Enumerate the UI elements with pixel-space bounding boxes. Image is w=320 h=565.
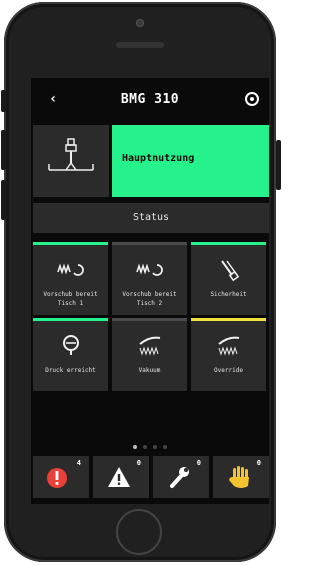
tile-override[interactable]: Override	[191, 318, 266, 391]
speaker-grille	[116, 42, 164, 48]
status-label: Status	[132, 212, 170, 223]
page-dot[interactable]	[163, 445, 167, 449]
tile-label: Sicherheit	[210, 291, 247, 298]
mode-row: Hauptnutzung	[33, 125, 269, 197]
tile-vakuum[interactable]: Vakuum	[112, 318, 187, 391]
tile-status-bar	[191, 318, 266, 321]
front-camera	[136, 19, 144, 27]
tile-vorschub-tisch-1[interactable]: Vorschub bereit Tisch 1	[33, 242, 108, 315]
tile-status-bar	[33, 242, 108, 245]
power-button	[276, 140, 281, 190]
home-button[interactable]	[116, 509, 162, 555]
warning-alarm-button[interactable]: 0	[93, 456, 149, 498]
tile-sicherheit[interactable]: Sicherheit	[191, 242, 266, 315]
alarm-count: 0	[196, 459, 201, 467]
page-dot[interactable]	[143, 445, 147, 449]
page-dot[interactable]	[153, 445, 157, 449]
alarm-count: 4	[76, 459, 81, 467]
header: ‹ BMG 310	[31, 78, 269, 122]
tile-status-bar	[33, 318, 108, 321]
tile-label: Vorschub bereit Tisch 2	[122, 291, 177, 307]
volume-up-button	[1, 130, 6, 170]
page-title: BMG 310	[120, 92, 180, 107]
override-icon	[191, 334, 266, 356]
tile-label: Vakuum	[138, 367, 161, 374]
tile-label: Override	[214, 367, 243, 374]
tile-status-bar	[191, 242, 266, 245]
mode-label-tile[interactable]: Hauptnutzung	[112, 125, 269, 197]
service-alarm-button[interactable]: 0	[153, 456, 209, 498]
mode-label: Hauptnutzung	[122, 153, 195, 164]
feed-icon	[112, 258, 187, 280]
tile-vorschub-tisch-2[interactable]: Vorschub bereit Tisch 2	[112, 242, 187, 315]
tile-label: Vorschub bereit Tisch 1	[43, 291, 98, 307]
machine-mode-icon-tile[interactable]	[33, 125, 109, 197]
vacuum-icon	[112, 334, 187, 356]
spindle-icon	[48, 138, 94, 171]
page-dot[interactable]	[133, 445, 137, 449]
phone-frame: ‹ BMG 310 Hauptnutzung Status Vorschub b…	[4, 2, 276, 562]
safety-tools-icon	[191, 258, 266, 282]
alarm-count: 0	[136, 459, 141, 467]
tile-label: Druck erreicht	[45, 367, 96, 374]
pressure-gauge-icon	[33, 334, 108, 356]
tile-druck-erreicht[interactable]: Druck erreicht	[33, 318, 108, 391]
target-icon[interactable]	[245, 92, 259, 106]
status-bar[interactable]: Status	[33, 203, 269, 233]
feed-icon	[33, 258, 108, 280]
tile-status-bar	[112, 318, 187, 321]
error-alarm-button[interactable]: 4	[33, 456, 89, 498]
silent-switch	[1, 90, 6, 112]
alarm-count: 0	[256, 459, 261, 467]
alarm-bar: 4 0 0 0	[33, 456, 269, 498]
tile-status-bar	[112, 242, 187, 245]
app-screen: ‹ BMG 310 Hauptnutzung Status Vorschub b…	[31, 78, 269, 504]
volume-down-button	[1, 180, 6, 220]
page-indicator	[31, 434, 269, 453]
manual-alarm-button[interactable]: 0	[213, 456, 269, 498]
